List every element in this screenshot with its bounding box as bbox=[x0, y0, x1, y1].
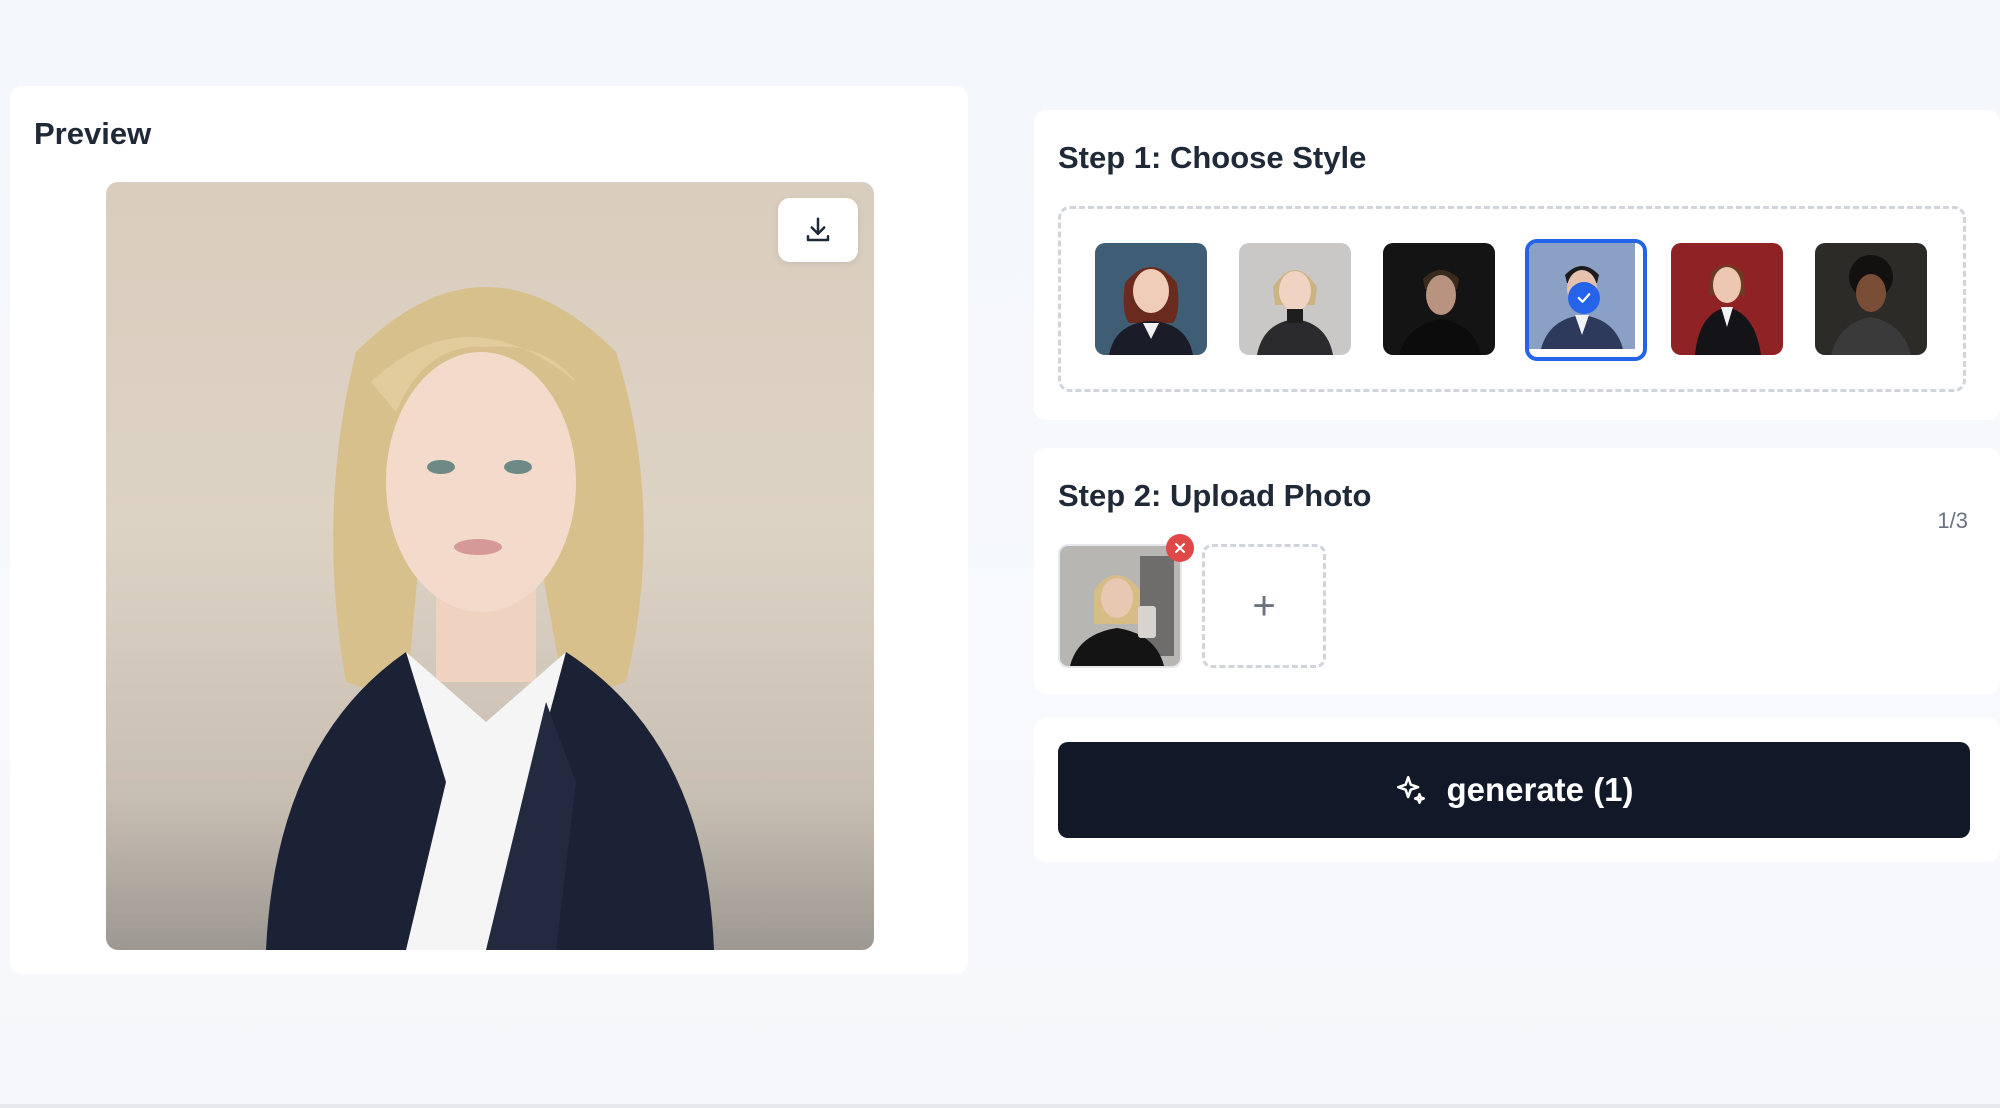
generate-section: generate (1) bbox=[1034, 718, 2000, 862]
bottom-divider bbox=[0, 1104, 2000, 1108]
check-icon bbox=[1577, 293, 1591, 303]
selected-check-badge bbox=[1568, 282, 1600, 314]
close-icon bbox=[1175, 543, 1185, 553]
step2-title: Step 2: Upload Photo bbox=[1058, 478, 1372, 513]
preview-image bbox=[106, 182, 874, 950]
step1-title: Step 1: Choose Style bbox=[1058, 140, 1367, 175]
upload-photo-section: Step 2: Upload Photo 1/3 + bbox=[1034, 448, 2000, 694]
download-button[interactable] bbox=[778, 198, 858, 262]
choose-style-section: Step 1: Choose Style bbox=[1034, 110, 2000, 420]
style-options bbox=[1058, 206, 1966, 392]
style-option-1[interactable] bbox=[1095, 243, 1207, 355]
preview-title: Preview bbox=[34, 116, 152, 151]
style-option-5[interactable] bbox=[1671, 243, 1783, 355]
uploaded-photo-thumbnail[interactable] bbox=[1058, 544, 1182, 668]
add-photo-button[interactable]: + bbox=[1202, 544, 1326, 668]
style-option-2[interactable] bbox=[1239, 243, 1351, 355]
style-option-4[interactable] bbox=[1525, 239, 1647, 361]
remove-photo-button[interactable] bbox=[1166, 534, 1194, 562]
generate-button-label: generate (1) bbox=[1446, 771, 1634, 808]
download-icon bbox=[806, 217, 830, 242]
style-option-6[interactable] bbox=[1815, 243, 1927, 355]
generate-button[interactable]: generate (1) bbox=[1058, 742, 1970, 838]
sparkles-icon bbox=[1397, 775, 1426, 805]
style-option-3[interactable] bbox=[1383, 243, 1495, 355]
upload-counter: 1/3 bbox=[1937, 508, 1968, 533]
